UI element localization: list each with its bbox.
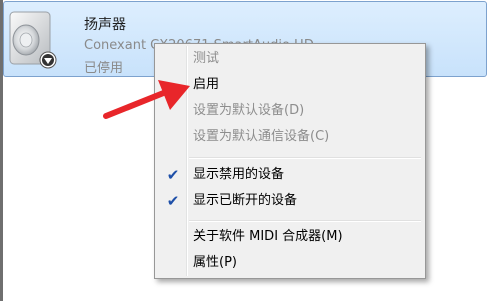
- check-icon: ✔: [166, 166, 180, 184]
- menu-item-label: 测试: [193, 51, 220, 66]
- menu-item-test[interactable]: 测试: [157, 48, 423, 70]
- menu-item-label: 设置为默认设备(D): [193, 103, 305, 118]
- menu-item-label: 关于软件 MIDI 合成器(M): [193, 229, 343, 244]
- speaker-icon: [9, 11, 57, 69]
- menu-item-label: 属性(P): [193, 255, 237, 270]
- menu-item-show-disconnected-devices[interactable]: ✔ 显示已断开的设备: [157, 190, 423, 212]
- menu-item-properties[interactable]: 属性(P): [157, 252, 423, 274]
- menu-separator: [189, 157, 421, 159]
- menu-item-label: 显示已断开的设备: [193, 193, 298, 208]
- check-icon: ✔: [166, 192, 180, 210]
- disabled-badge-icon: [39, 51, 57, 69]
- menu-item-label: 显示禁用的设备: [193, 167, 285, 182]
- device-name: 扬声器: [84, 17, 126, 33]
- menu-separator: [189, 220, 421, 222]
- sound-devices-panel: 扬声器 Conexant CX20671 SmartAudio HD 已停用 测…: [0, 0, 496, 301]
- menu-item-show-disabled-devices[interactable]: ✔ 显示禁用的设备: [157, 164, 423, 186]
- menu-item-about-midi-synth[interactable]: 关于软件 MIDI 合成器(M): [157, 226, 423, 248]
- menu-item-label: 设置为默认通信设备(C): [193, 129, 330, 144]
- red-arrow-icon: [103, 80, 190, 119]
